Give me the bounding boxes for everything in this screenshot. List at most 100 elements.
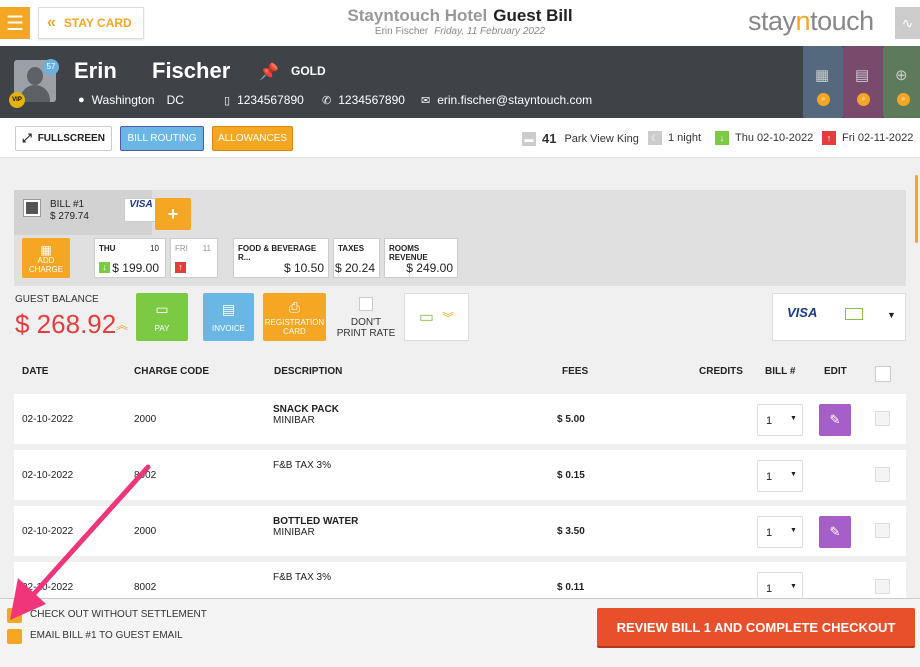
bill-label: BILL #1 xyxy=(50,199,85,210)
hotel-name: Stayntouch Hotel xyxy=(347,6,488,25)
bill-tab-1[interactable]: BILL #1 $ 279.74 VISA xyxy=(14,190,158,235)
moon-icon: ☾ xyxy=(648,131,662,145)
email-bill-label[interactable]: EMAIL BILL #1 TO GUEST EMAIL xyxy=(30,630,183,641)
category-rooms-revenue[interactable]: ROOMS REVENUE $ 249.00 xyxy=(384,238,458,278)
select-all-checkbox[interactable] xyxy=(875,366,891,382)
action-bar: ⤢ FULLSCREEN BILL ROUTING ALLOWANCES ▬ 41… xyxy=(0,118,920,158)
add-charge-button[interactable]: ▦ ADD CHARGE xyxy=(22,238,70,278)
bill-number-select[interactable]: 1 ▼ xyxy=(757,404,803,436)
table-row[interactable]: 02-10-2022 8002 F&B TAX 3% $ 0.15 1 ▼ xyxy=(14,450,906,500)
edit-button[interactable]: ✎ xyxy=(819,404,851,436)
tile-id-scan[interactable]: ▦ ⌕ xyxy=(803,46,843,118)
caret-down-icon: ▼ xyxy=(790,415,797,422)
info-tiles: ▦ ⌕ ▤ ⌕ ⊕ ⌕ xyxy=(803,46,920,118)
review-and-checkout-button[interactable]: REVIEW BILL 1 AND COMPLETE CHECKOUT xyxy=(597,608,915,648)
search-icon: ⌕ xyxy=(817,93,830,106)
dont-print-rate-toggle[interactable]: DON'T PRINT RATE xyxy=(336,297,396,339)
vip-badge: VIP xyxy=(9,92,25,108)
edit-button[interactable]: ✎ xyxy=(819,516,851,548)
row-checkbox[interactable] xyxy=(875,523,890,538)
guest-mobile: ▯ 1234567890 xyxy=(224,93,304,107)
search-icon: ⌕ xyxy=(857,93,870,106)
expand-icon: ⤢ xyxy=(22,131,32,145)
double-chevron-down-icon: ︾ xyxy=(442,310,455,325)
top-bar: ☰ « STAY CARD Stayntouch Hotel Guest Bill… xyxy=(0,0,920,46)
row-checkbox[interactable] xyxy=(875,467,890,482)
id-card-icon: ▦ xyxy=(815,67,830,84)
category-taxes[interactable]: TAXES $ 20.24 xyxy=(333,238,380,278)
day-card-thu[interactable]: THU 10 ↓ $ 199.00 xyxy=(94,238,166,278)
stay-count-badge: 57 xyxy=(43,59,59,75)
row-checkbox[interactable] xyxy=(875,411,890,426)
fullscreen-button[interactable]: ⤢ FULLSCREEN xyxy=(15,126,112,151)
pin-icon[interactable]: 📌 xyxy=(259,62,279,82)
room-type: Park View King xyxy=(564,132,639,145)
globe-icon: ⊕ xyxy=(895,67,908,84)
email-bill-checkbox[interactable] xyxy=(7,629,22,644)
double-chevron-up-icon[interactable]: ︽ xyxy=(116,316,128,333)
bill-icon xyxy=(23,199,41,217)
allowances-button[interactable]: ALLOWANCES xyxy=(212,126,293,151)
document-icon: ▤ xyxy=(221,301,236,317)
guest-location: ● Washington DC xyxy=(78,93,184,107)
stayntouch-logo: stayntouch xyxy=(748,6,874,36)
bill-number-select[interactable]: 1 ▼ xyxy=(757,460,803,492)
wallet-icon: ▭ xyxy=(155,301,169,317)
arrow-down-icon: ↓ xyxy=(715,131,729,145)
guest-header: 57 VIP Erin Fischer 📌 GOLD ● Washington … xyxy=(0,46,920,118)
caret-down-icon: ▼ xyxy=(790,583,797,590)
subtitle-date: Friday, 11 February 2022 xyxy=(434,26,546,37)
guest-balance-label: GUEST BALANCE xyxy=(15,294,99,305)
phone-icon: ✆ xyxy=(322,94,332,107)
departure-arrow-icon: ↑ xyxy=(175,262,186,273)
tile-network[interactable]: ⊕ ⌕ xyxy=(883,46,920,118)
cards-icon: ▤ xyxy=(855,67,870,84)
room-info: ▬ 41 Park View King xyxy=(522,131,639,146)
day-card-fri[interactable]: FRI 11 ↑ xyxy=(170,238,218,278)
guest-state: DC xyxy=(166,93,184,107)
invoice-button[interactable]: ▤ INVOICE xyxy=(203,293,254,341)
dont-print-rate-checkbox[interactable] xyxy=(359,297,373,311)
table-row[interactable]: 02-10-2022 2000 BOTTLED WATER MINIBAR $ 3… xyxy=(14,506,906,556)
credit-card-icon xyxy=(845,308,863,320)
calculator-icon: ▦ xyxy=(40,243,52,257)
scrollbar[interactable] xyxy=(915,175,918,243)
location-pin-icon: ● xyxy=(78,94,85,106)
payment-methods-button[interactable]: ▭ ︾ xyxy=(404,293,469,341)
guest-balance-value: $ 268.92 xyxy=(15,309,117,339)
mobile-phone-icon: ▯ xyxy=(224,94,231,107)
visa-logo: VISA xyxy=(787,305,818,320)
search-icon: ⌕ xyxy=(897,93,910,106)
loyalty-tier: GOLD xyxy=(291,64,326,78)
tile-guest-cards[interactable]: ▤ ⌕ xyxy=(843,46,883,118)
checkout-without-settlement-checkbox[interactable] xyxy=(7,608,22,623)
activity-icon[interactable]: ∿ xyxy=(895,7,920,39)
caret-down-icon: ▼ xyxy=(790,527,797,534)
transactions-header: DATE CHARGE CODE DESCRIPTION FEES CREDIT… xyxy=(22,366,847,377)
bill-routing-button[interactable]: BILL ROUTING xyxy=(120,126,204,151)
bed-icon: ▬ xyxy=(522,131,536,146)
guest-email: ✉ erin.fischer@stayntouch.com xyxy=(421,93,593,107)
arrow-up-icon: ↑ xyxy=(822,131,836,145)
pay-button[interactable]: ▭ PAY xyxy=(136,293,188,341)
check-icon: ▭ xyxy=(418,309,435,326)
day-total: $ 199.00 xyxy=(112,261,159,275)
guest-last-name[interactable]: Fischer xyxy=(152,58,230,84)
visa-card-icon: VISA xyxy=(124,198,158,222)
add-bill-button[interactable]: + xyxy=(155,198,191,230)
payment-card-select[interactable]: VISA ▼ xyxy=(772,293,906,341)
guest-city: Washington xyxy=(91,93,155,107)
row-checkbox[interactable] xyxy=(875,579,890,594)
caret-down-icon: ▼ xyxy=(887,310,896,320)
room-number: 41 xyxy=(542,131,557,146)
guest-first-name[interactable]: Erin xyxy=(74,58,117,84)
registration-card-button[interactable]: ⎙ REGISTRATION CARD xyxy=(263,293,326,341)
category-food-beverage[interactable]: FOOD & BEVERAGE R... $ 10.50 xyxy=(233,238,329,278)
pencil-icon: ✎ xyxy=(829,412,841,427)
guest-bill-title: Guest Bill xyxy=(493,6,573,25)
bill-number-select[interactable]: 1 ▼ xyxy=(757,516,803,548)
arrival-info: ↓ Thu 02-10-2022 xyxy=(715,131,813,145)
checkout-without-settlement-label[interactable]: CHECK OUT WITHOUT SETTLEMENT xyxy=(30,609,207,620)
table-row[interactable]: 02-10-2022 2000 SNACK PACK MINIBAR $ 5.00… xyxy=(14,394,906,444)
departure-info: ↑ Fri 02-11-2022 xyxy=(822,131,913,145)
